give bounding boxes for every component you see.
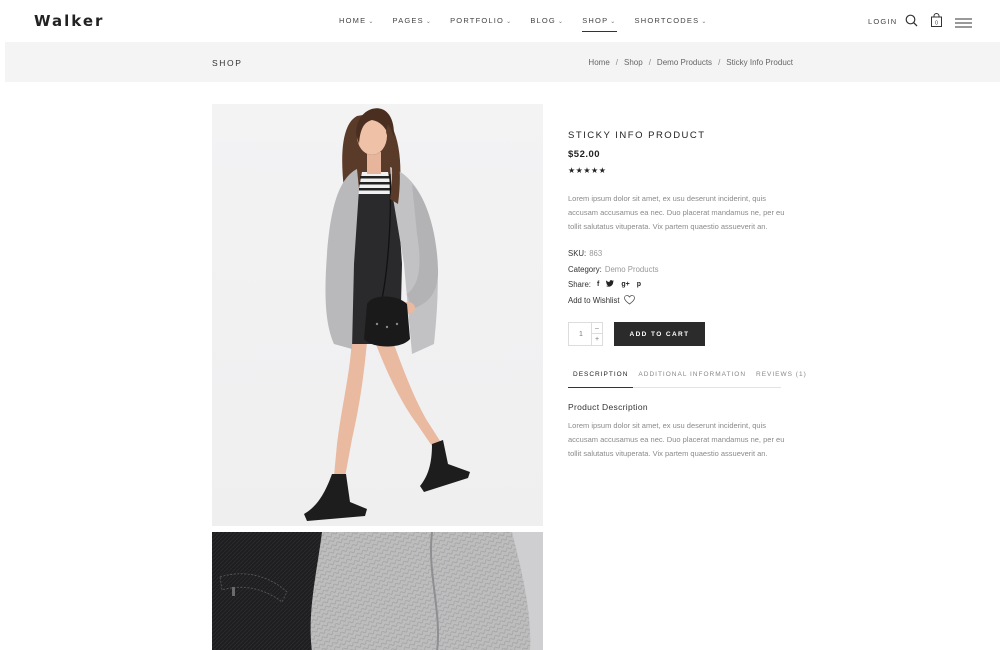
breadcrumb-shop[interactable]: Shop	[624, 58, 643, 67]
heart-icon[interactable]	[623, 295, 635, 305]
nav-label: HOME	[339, 16, 367, 25]
tab-panel-description: Product Description Lorem ipsum dolor si…	[568, 402, 793, 461]
short-description: Lorem ipsum dolor sit amet, ex usu deser…	[568, 194, 785, 231]
twitter-icon[interactable]	[606, 280, 615, 289]
breadcrumb-separator: /	[718, 58, 721, 67]
cart-count: 0	[935, 20, 938, 26]
quantity-decrease-button[interactable]: –	[591, 323, 602, 334]
facebook-icon[interactable]: f	[597, 281, 599, 288]
nav-label: PAGES	[392, 16, 424, 25]
product-image-main[interactable]	[212, 104, 543, 526]
nav-label: BLOG	[530, 16, 556, 25]
breadcrumb-home[interactable]: Home	[588, 58, 609, 67]
hamburger-menu-icon[interactable]	[955, 15, 972, 28]
tab-panel-text: Lorem ipsum dolor sit amet, ex usu deser…	[568, 421, 785, 458]
nav-label: SHOP	[582, 16, 609, 25]
search-icon[interactable]	[905, 14, 918, 27]
quantity-input[interactable]: 1	[569, 323, 593, 345]
breadcrumb-separator: /	[648, 58, 651, 67]
product-meta: SKU: 863 Category: Demo Products Share: …	[568, 246, 793, 308]
nav-item-shop[interactable]: SHOP ⌄	[582, 16, 617, 32]
sku-value: 863	[589, 249, 603, 259]
tab-description[interactable]: DESCRIPTION	[568, 368, 634, 388]
wishlist-row[interactable]: Add to Wishlist	[568, 293, 793, 309]
site-logo[interactable]: Walker	[34, 12, 104, 30]
page-title-bar: SHOP Home / Shop / Demo Products / Stick…	[5, 42, 1000, 82]
site-header: Walker HOME ⌄ PAGES ⌄ PORTFOLIO ⌄ BLOG ⌄ SHO…	[0, 0, 1000, 42]
main-nav: HOME ⌄ PAGES ⌄ PORTFOLIO ⌄ BLOG ⌄ SHOP ⌄ SHOR…	[339, 16, 726, 32]
share-label: Share:	[568, 280, 591, 290]
nav-item-blog[interactable]: BLOG ⌄	[530, 16, 564, 32]
chevron-down-icon: ⌄	[506, 19, 513, 25]
star-rating[interactable]: ★★★★★	[568, 166, 793, 175]
quantity-increase-button[interactable]: +	[591, 334, 602, 345]
product-title: STICKY INFO PRODUCT	[568, 130, 706, 141]
breadcrumb-separator: /	[615, 58, 618, 67]
nav-label: PORTFOLIO	[450, 16, 505, 25]
breadcrumb-category[interactable]: Demo Products	[657, 58, 712, 67]
share-icons: f g+ p	[597, 280, 641, 289]
product-image-detail[interactable]	[212, 532, 543, 650]
breadcrumb-current: Sticky Info Product	[726, 58, 793, 67]
nav-item-pages[interactable]: PAGES ⌄	[393, 16, 433, 32]
chevron-down-icon: ⌄	[425, 19, 433, 25]
share-row: Share: f g+ p	[568, 277, 793, 293]
product-price: $52.00	[568, 149, 601, 160]
nav-item-home[interactable]: HOME ⌄	[339, 16, 375, 32]
category-link[interactable]: Demo Products	[605, 265, 659, 274]
pinterest-icon[interactable]: p	[637, 281, 641, 288]
google-plus-icon[interactable]: g+	[621, 281, 629, 288]
chevron-down-icon: ⌄	[701, 19, 708, 25]
shopping-bag-icon[interactable]: 0	[931, 13, 942, 27]
product-tabs: DESCRIPTION ADDITIONAL INFORMATION REVIE…	[568, 368, 806, 388]
nav-item-shortcodes[interactable]: SHORTCODES ⌄	[635, 16, 708, 32]
quantity-stepper[interactable]: 1 – +	[568, 322, 603, 346]
breadcrumb: Home / Shop / Demo Products / Sticky Inf…	[588, 58, 793, 67]
category-label: Category:	[568, 264, 602, 274]
add-to-cart-button[interactable]: ADD TO CART	[614, 322, 705, 346]
chevron-down-icon: ⌄	[557, 19, 565, 25]
nav-label: SHORTCODES	[634, 16, 700, 25]
chevron-down-icon: ⌄	[368, 19, 375, 25]
sku-label: SKU:	[568, 249, 587, 259]
page-title: SHOP	[212, 58, 243, 68]
nav-item-portfolio[interactable]: PORTFOLIO ⌄	[450, 16, 512, 32]
tab-additional-information[interactable]: ADDITIONAL INFORMATION	[633, 368, 751, 387]
category-row: Category: Demo Products	[568, 262, 793, 278]
product-summary: STICKY INFO PRODUCT $52.00 ★★★★★ Lorem i…	[568, 130, 793, 308]
login-link[interactable]: LOGIN	[868, 17, 897, 26]
wishlist-label[interactable]: Add to Wishlist	[568, 296, 620, 305]
add-to-cart-form: 1 – + ADD TO CART	[568, 322, 705, 346]
chevron-down-icon: ⌄	[610, 19, 617, 25]
sku-row: SKU: 863	[568, 246, 793, 262]
tab-panel-heading: Product Description	[568, 402, 648, 412]
tab-reviews[interactable]: REVIEWS (1)	[751, 368, 812, 387]
